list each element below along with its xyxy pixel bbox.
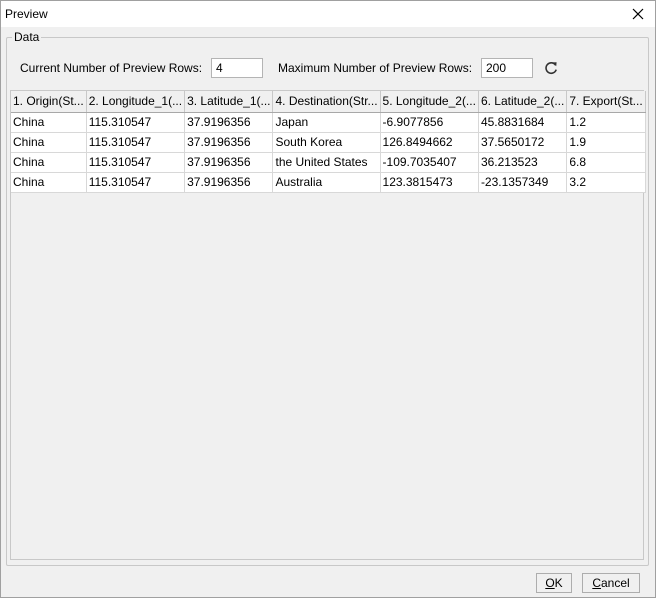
table-cell[interactable]: China (11, 112, 87, 133)
table-cell[interactable]: 123.3815473 (380, 172, 479, 193)
table-row[interactable]: China 115.310547 37.9196356 the United S… (11, 152, 646, 173)
column-header[interactable]: 7. Export(St... (566, 91, 646, 113)
column-header[interactable]: 1. Origin(St... (11, 91, 87, 113)
table-cell[interactable]: 1.2 (566, 112, 646, 133)
title-bar: Preview (1, 1, 655, 27)
table-cell[interactable]: -23.1357349 (478, 172, 568, 193)
current-rows-label: Current Number of Preview Rows: (20, 61, 203, 75)
table-cell[interactable]: 115.310547 (86, 132, 186, 153)
table-cell[interactable]: Australia (272, 172, 381, 193)
close-icon (632, 8, 644, 20)
table-cell[interactable]: China (11, 132, 87, 153)
table-row[interactable]: China 115.310547 37.9196356 Japan -6.907… (11, 112, 646, 133)
cancel-label-rest: ancel (600, 576, 630, 590)
column-header[interactable]: 6. Latitude_2(... (478, 91, 568, 113)
current-rows-field[interactable] (211, 58, 263, 78)
ok-button[interactable]: OK (536, 573, 572, 593)
table-cell[interactable]: 6.8 (566, 152, 646, 173)
preview-table-area[interactable]: 1. Origin(St... 2. Longitude_1(... 3. La… (10, 90, 646, 560)
window-title: Preview (5, 7, 48, 21)
table-cell[interactable]: 126.8494662 (380, 132, 479, 153)
table-cell[interactable]: -6.9077856 (380, 112, 479, 133)
max-rows-field[interactable] (481, 58, 533, 78)
data-group-legend: Data (12, 30, 42, 44)
column-header[interactable]: 3. Latitude_1(... (184, 91, 274, 113)
column-header[interactable]: 5. Longitude_2(... (380, 91, 479, 113)
table-cell[interactable]: 115.310547 (86, 172, 186, 193)
table-cell[interactable]: the United States (272, 152, 381, 173)
table-header-row: 1. Origin(St... 2. Longitude_1(... 3. La… (11, 91, 646, 113)
table-cell[interactable]: 115.310547 (86, 152, 186, 173)
preview-table: 1. Origin(St... 2. Longitude_1(... 3. La… (11, 91, 646, 193)
table-cell[interactable]: South Korea (272, 132, 381, 153)
table-row[interactable]: China 115.310547 37.9196356 Australia 12… (11, 172, 646, 193)
column-header[interactable]: 2. Longitude_1(... (86, 91, 186, 113)
refresh-icon (545, 62, 557, 74)
table-cell[interactable]: Japan (272, 112, 381, 133)
preview-rows-controls: Current Number of Preview Rows: Maximum … (20, 58, 640, 78)
table-cell[interactable]: China (11, 172, 87, 193)
cancel-button[interactable]: Cancel (582, 573, 640, 593)
table-cell[interactable]: 45.8831684 (478, 112, 568, 133)
refresh-button[interactable] (542, 59, 560, 77)
ok-label-rest: K (554, 576, 563, 590)
table-cell[interactable]: 115.310547 (86, 112, 186, 133)
table-cell[interactable]: 37.9196356 (184, 112, 274, 133)
table-cell[interactable]: 37.9196356 (184, 152, 274, 173)
table-cell[interactable]: -109.7035407 (380, 152, 479, 173)
table-cell[interactable]: China (11, 152, 87, 173)
max-rows-label: Maximum Number of Preview Rows: (278, 61, 473, 75)
table-cell[interactable]: 37.9196356 (184, 172, 274, 193)
table-cell[interactable]: 36.213523 (478, 152, 568, 173)
table-row[interactable]: China 115.310547 37.9196356 South Korea … (11, 132, 646, 153)
ok-mnemonic: O (545, 576, 555, 590)
table-cell[interactable]: 37.9196356 (184, 132, 274, 153)
table-cell[interactable]: 1.9 (566, 132, 646, 153)
cancel-mnemonic: C (592, 576, 601, 590)
column-header[interactable]: 4. Destination(Str... (272, 91, 381, 113)
table-cell[interactable]: 3.2 (566, 172, 646, 193)
close-button[interactable] (629, 5, 647, 23)
table-cell[interactable]: 37.5650172 (478, 132, 568, 153)
